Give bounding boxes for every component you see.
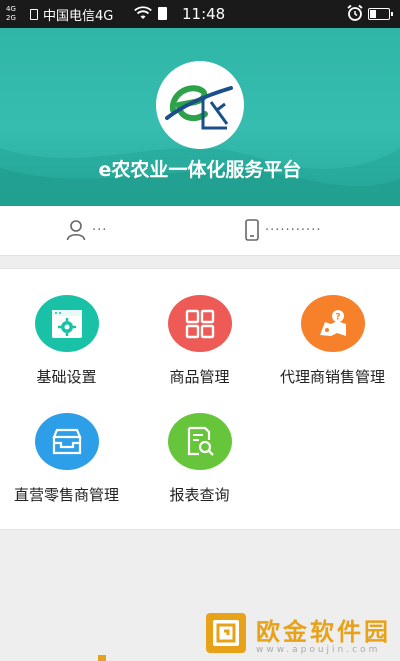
bottom-marker (98, 655, 106, 661)
user-account-item[interactable]: ··· (66, 219, 107, 241)
menu-basic-settings[interactable]: 基础设置 (0, 269, 133, 387)
user-icon (66, 220, 86, 241)
watermark-logo-icon (206, 613, 246, 653)
menu-direct-retailer-management[interactable]: 直营零售商管理 (0, 387, 133, 505)
menu-label: 报表查询 (169, 486, 230, 504)
account-info-row: ··· ··········· (0, 206, 400, 256)
app-header: e农 e农农业一体化服务平台 (0, 28, 400, 206)
phone-icon (245, 219, 259, 241)
alarm-icon (347, 4, 363, 21)
phone-value: ··········· (265, 222, 322, 238)
phone-account-item[interactable]: ··········· (245, 219, 321, 241)
settings-window-icon (34, 295, 99, 352)
svg-text:?: ? (335, 312, 340, 322)
menu-agent-sales-management[interactable]: ? 代理商销售管理 (266, 269, 399, 387)
menu-report-query[interactable]: 报表查询 (133, 387, 266, 505)
e-nong-logo-icon: e农 (165, 85, 233, 130)
store-box-icon (34, 413, 99, 470)
report-search-icon (167, 413, 232, 470)
map-question-icon: ? (300, 295, 365, 352)
carrier-name: 中国电信4G (43, 8, 114, 24)
wifi-icon (134, 6, 152, 19)
menu-label: 商品管理 (169, 368, 230, 386)
menu-product-management[interactable]: 商品管理 (133, 269, 266, 387)
site-watermark: 欧金软件园 www.apoujin.com (200, 605, 400, 661)
status-bar: 4G 2G 中国电信4G 11:48 (0, 0, 400, 28)
network-indicator: 4G 2G (0, 0, 30, 28)
menu-label: 代理商销售管理 (279, 368, 385, 386)
menu-label: 直营零售商管理 (13, 486, 119, 504)
charge-icon (158, 7, 167, 20)
user-value: ··· (92, 222, 108, 238)
menu-label: 基础设置 (36, 368, 97, 386)
app-logo: e农 (156, 61, 244, 149)
function-grid: 基础设置 商品管理 ? 代理商销售管理 直营零售商管理 报表查询 (0, 268, 400, 530)
watermark-url: www.apoujin.com (256, 644, 381, 655)
network-top: 4G (6, 5, 16, 13)
watermark-name: 欧金软件园 (256, 617, 391, 646)
grid-squares-icon (167, 295, 232, 352)
network-bottom: 2G (6, 14, 16, 22)
battery-icon (368, 8, 393, 20)
status-time: 11:48 (182, 5, 226, 23)
app-title: e农农业一体化服务平台 (98, 159, 302, 181)
sim-icon (30, 8, 38, 20)
